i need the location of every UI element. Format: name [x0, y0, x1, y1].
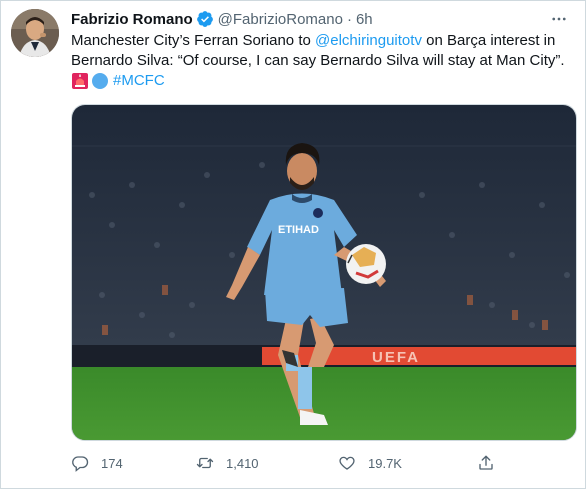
retweet-count: 1,410 [226, 455, 259, 471]
tweet-actions: 174 1,410 19.7K [71, 453, 511, 473]
share-icon [479, 455, 493, 470]
tweet-text-line-3: #MCFC [71, 71, 581, 91]
separator-dot: · [346, 10, 352, 28]
avatar[interactable] [11, 9, 59, 57]
like-button[interactable]: 19.7K [338, 453, 402, 473]
more-options-icon[interactable] [549, 9, 569, 29]
avatar-photo [11, 9, 59, 57]
like-count: 19.7K [368, 455, 402, 471]
tweet-text-prefix: Manchester City’s Ferran Soriano to [71, 32, 315, 49]
reply-count: 174 [101, 455, 123, 471]
football-player-photo: UEFA ETIHAD [72, 105, 576, 440]
author-name[interactable]: Fabrizio Romano [71, 11, 193, 28]
tweet-text-line-1: Manchester City’s Ferran Soriano to @elc… [71, 31, 581, 51]
tweet-card[interactable]: Fabrizio Romano @FabrizioRomano · 6h Man… [0, 0, 586, 489]
mention-link[interactable]: @elchiringuitotv [315, 32, 422, 49]
retweet-icon [196, 457, 214, 469]
heart-icon [339, 456, 355, 470]
reply-button[interactable]: 174 [71, 453, 123, 473]
author-handle[interactable]: @FabrizioRomano [218, 11, 343, 28]
tweet-text-suffix: on Barça interest in [421, 32, 556, 49]
hashtag-link[interactable]: #MCFC [113, 71, 165, 91]
siren-emoji-icon [72, 73, 88, 89]
tweet-text: Manchester City’s Ferran Soriano to @elc… [71, 31, 581, 91]
tweet-header: Fabrizio Romano @FabrizioRomano · 6h [71, 9, 573, 29]
blue-circle-emoji-icon [92, 73, 108, 89]
retweet-button[interactable]: 1,410 [196, 453, 259, 473]
tweet-text-line-2: Bernardo Silva: “Of course, I can say Be… [71, 52, 565, 69]
reply-icon [72, 456, 89, 472]
svg-text:ETIHAD: ETIHAD [278, 224, 319, 236]
advert-board-text: UEFA [372, 349, 420, 366]
tweet-media-photo[interactable]: UEFA ETIHAD [71, 104, 577, 441]
verified-badge-icon [196, 10, 214, 28]
tweet-timestamp[interactable]: 6h [356, 11, 373, 28]
share-button[interactable] [477, 453, 495, 473]
